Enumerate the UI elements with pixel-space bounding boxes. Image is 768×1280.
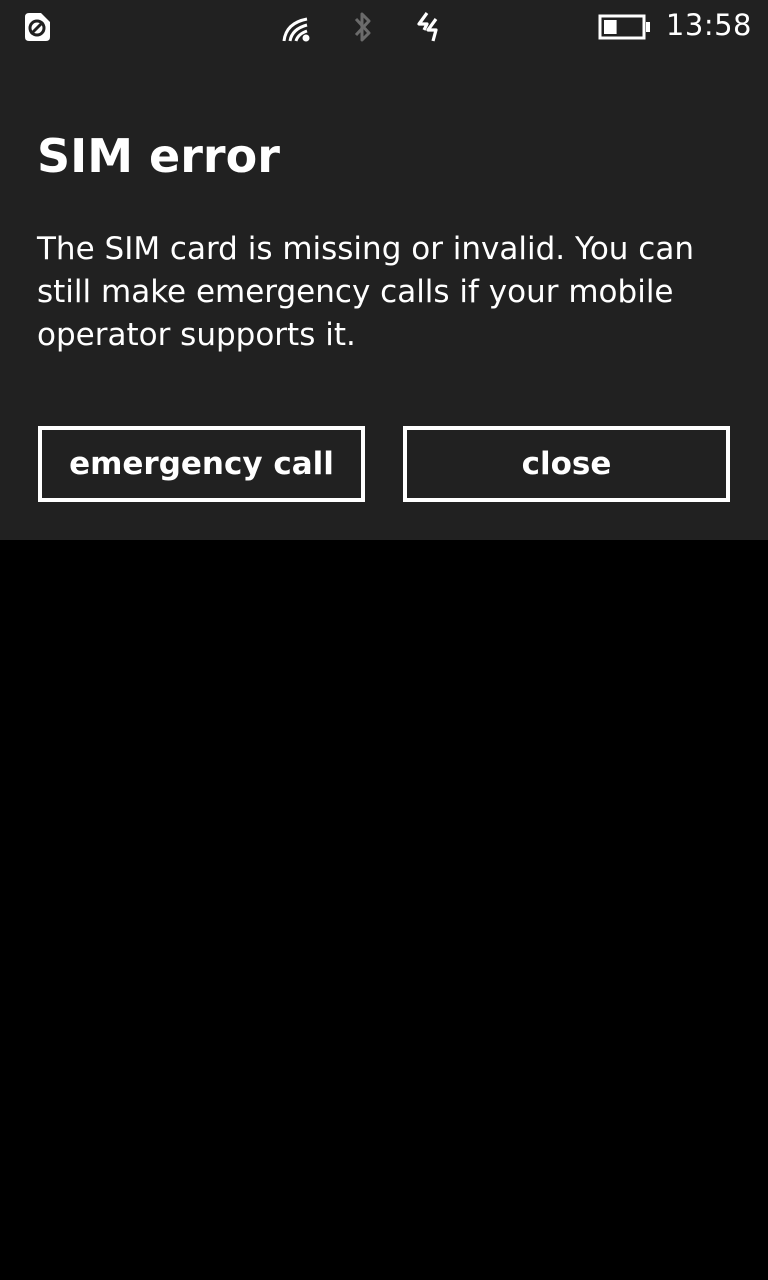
sim-error-dialog: 13:58 SIM error The SIM card is missing … [0, 0, 768, 540]
status-time: 13:58 [665, 8, 752, 42]
emergency-call-button[interactable]: emergency call [38, 426, 365, 502]
mobile-data-icon [417, 12, 438, 42]
close-button[interactable]: close [403, 426, 730, 502]
no-sim-icon [25, 13, 50, 41]
battery-icon [598, 14, 650, 40]
phone-screen: 13:58 SIM error The SIM card is missing … [0, 0, 768, 1280]
dialog-title: SIM error [37, 129, 280, 183]
status-bar: 13:58 [0, 0, 768, 52]
bluetooth-icon [354, 12, 371, 42]
blank-background-area [0, 540, 768, 1280]
dialog-message: The SIM card is missing or invalid. You … [37, 231, 694, 353]
wifi-icon [282, 17, 310, 42]
